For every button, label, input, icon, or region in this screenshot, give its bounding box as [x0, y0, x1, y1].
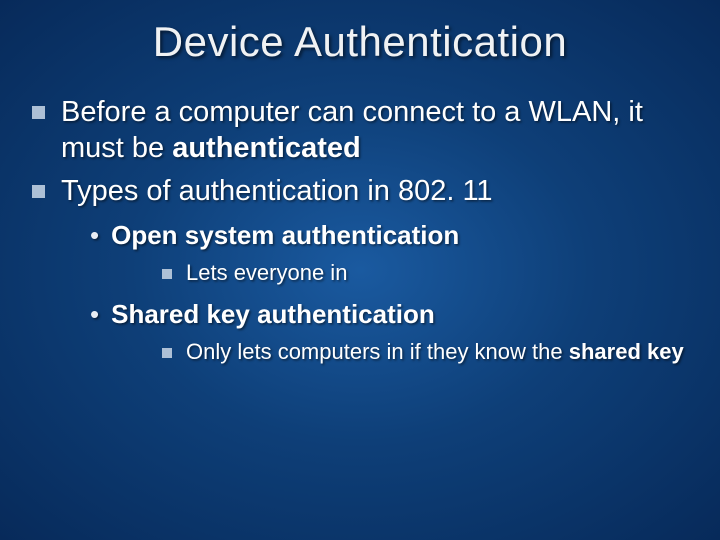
subsub-bullet-2-text: Only lets computers in if they know the … [186, 338, 684, 367]
subsub-bullet-1-text: Lets everyone in [186, 259, 347, 288]
subsub-bullet-2: Only lets computers in if they know the … [162, 338, 692, 367]
square-bullet-icon [32, 185, 45, 198]
subsub-2-pre: Only lets computers in if they know the [186, 339, 569, 364]
square-bullet-icon [162, 269, 172, 279]
sub-bullet-1: • Open system authentication [90, 219, 692, 252]
square-bullet-icon [32, 106, 45, 119]
bullet-1-bold: authenticated [172, 132, 361, 164]
sub-bullet-2-text: Shared key authentication [111, 298, 435, 331]
sub-bullet-1-text: Open system authentication [111, 219, 459, 252]
bullet-2-text: Types of authentication in 802. 11 [61, 173, 493, 209]
square-bullet-icon [162, 348, 172, 358]
sub-bullet-2: • Shared key authentication [90, 298, 692, 331]
slide: Device Authentication Before a computer … [0, 0, 720, 540]
subsub-bullet-1: Lets everyone in [162, 259, 692, 288]
dot-bullet-icon: • [90, 219, 99, 252]
bullet-2: Types of authentication in 802. 11 [32, 173, 692, 209]
dot-bullet-icon: • [90, 298, 99, 331]
slide-title: Device Authentication [28, 18, 692, 66]
subsub-2-bold: shared key [569, 339, 684, 364]
bullet-1-text: Before a computer can connect to a WLAN,… [61, 94, 692, 167]
bullet-1: Before a computer can connect to a WLAN,… [32, 94, 692, 167]
